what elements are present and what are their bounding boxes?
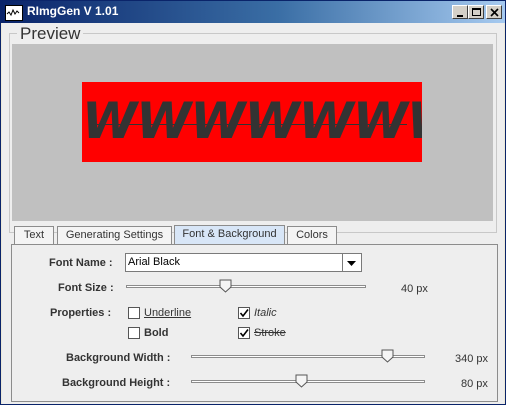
bg-width-label: Background Width :	[66, 352, 171, 364]
bold-checkbox[interactable]	[128, 327, 140, 339]
close-icon	[490, 8, 499, 17]
font-size-track	[126, 285, 366, 288]
main-panel: Preview WWWWWWW Text Generating Settings…	[2, 23, 504, 404]
app-window: RImgGen V 1.01 Preview WWWWWWW Text Gene…	[0, 0, 506, 405]
italic-label[interactable]: Italic	[254, 307, 277, 319]
font-name-dropdown-button[interactable]	[342, 254, 361, 271]
checkmark-icon	[239, 329, 249, 338]
preview-canvas: WWWWWWW	[12, 44, 493, 221]
bg-height-track	[191, 380, 425, 383]
minimize-button[interactable]	[452, 5, 468, 19]
bg-width-thumb[interactable]	[381, 349, 394, 363]
stroke-line	[97, 124, 407, 125]
font-background-panel: Font Name : Arial Black Font Size : 40 p…	[11, 244, 498, 402]
title-bar[interactable]: RImgGen V 1.01	[1, 1, 505, 23]
font-name-select[interactable]: Arial Black	[125, 253, 362, 272]
font-name-label: Font Name :	[49, 257, 113, 269]
font-size-value: 40 px	[401, 283, 428, 295]
bg-height-thumb[interactable]	[295, 374, 308, 388]
tab-generating-settings[interactable]: Generating Settings	[57, 226, 172, 244]
preview-group: Preview WWWWWWW	[9, 24, 497, 233]
maximize-icon	[472, 8, 481, 16]
font-size-slider[interactable]	[126, 279, 366, 293]
tab-text[interactable]: Text	[14, 226, 54, 244]
tab-colors[interactable]: Colors	[287, 226, 337, 244]
bg-height-label: Background Height :	[62, 377, 171, 389]
bg-height-slider[interactable]	[191, 374, 425, 388]
app-icon[interactable]	[5, 5, 23, 21]
stroke-checkbox[interactable]	[238, 327, 250, 339]
close-button[interactable]	[486, 5, 502, 19]
bold-label[interactable]: Bold	[144, 327, 168, 339]
minimize-icon	[457, 15, 463, 17]
preview-banner-text: WWWWWWW	[82, 92, 422, 150]
chevron-down-icon	[347, 261, 356, 266]
tab-font-background[interactable]: Font & Background	[174, 225, 285, 245]
checkmark-icon	[239, 309, 249, 318]
font-name-value: Arial Black	[128, 256, 180, 268]
bg-width-slider[interactable]	[191, 349, 425, 363]
bg-height-value: 80 px	[461, 378, 488, 390]
preview-banner: WWWWWWW	[82, 82, 422, 162]
font-size-thumb[interactable]	[219, 279, 232, 293]
bg-width-value: 340 px	[455, 353, 489, 365]
maximize-button[interactable]	[468, 5, 484, 19]
font-size-label: Font Size :	[58, 282, 114, 294]
window-title: RImgGen V 1.01	[27, 4, 119, 18]
stroke-label[interactable]: Stroke	[254, 327, 286, 339]
preview-legend: Preview	[17, 24, 84, 44]
properties-label: Properties :	[50, 307, 112, 319]
underline-checkbox[interactable]	[128, 307, 140, 319]
underline-label[interactable]: Underline	[144, 307, 191, 319]
italic-checkbox[interactable]	[238, 307, 250, 319]
